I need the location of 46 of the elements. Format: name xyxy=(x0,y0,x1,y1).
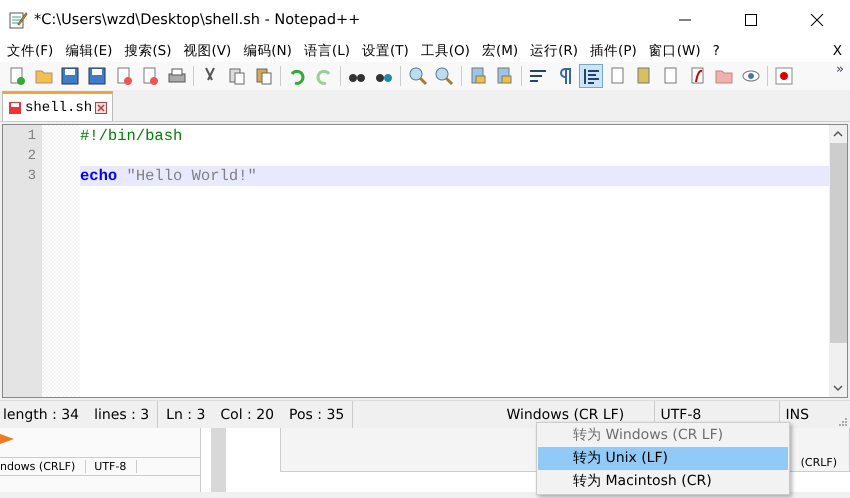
menu-item[interactable]: 工具(O) xyxy=(420,42,470,60)
menu-item[interactable]: 语言(L) xyxy=(304,42,350,60)
menu-item[interactable]: 转为 Unix (LF) xyxy=(538,447,788,470)
status-text: Ln : 3 xyxy=(166,406,206,422)
toolbar-overflow-button[interactable]: » xyxy=(836,62,844,77)
line-number: 3 xyxy=(28,168,36,184)
menu-item[interactable]: 文件(F) xyxy=(7,42,54,60)
save-icon[interactable] xyxy=(86,65,108,87)
save-icon[interactable] xyxy=(59,65,82,87)
menu-item[interactable]: 编辑(E) xyxy=(65,42,112,60)
menu-item[interactable]: 窗口(W) xyxy=(648,42,701,60)
close-document-button[interactable]: X xyxy=(832,43,842,59)
menu-item[interactable]: 转为 Macintosh (CR) xyxy=(538,470,788,493)
menu-item[interactable]: 设置(T) xyxy=(362,42,409,60)
status-text: UTF-8 xyxy=(660,406,702,422)
menu-item[interactable]: 宏(M) xyxy=(482,42,518,60)
record-icon[interactable] xyxy=(773,65,796,87)
menu-item[interactable]: 运行(R) xyxy=(530,42,578,60)
notepad-icon xyxy=(8,10,28,30)
menu-item[interactable]: 搜索(S) xyxy=(124,42,172,60)
menu-item[interactable]: 编码(N) xyxy=(243,42,292,60)
zoom-in-icon[interactable] xyxy=(406,65,429,87)
line-number: 1 xyxy=(28,128,36,144)
zoom-out-icon[interactable] xyxy=(433,65,456,87)
status-text: lines : 3 xyxy=(94,406,150,422)
menu-item[interactable]: 插件(P) xyxy=(590,42,637,60)
status-text: INS xyxy=(786,406,809,422)
status-text: length : 34 xyxy=(3,406,80,422)
indent-guide-icon[interactable] xyxy=(580,65,602,87)
code-line: #!/bin/bash xyxy=(80,127,182,145)
status-text: ndows (CRLF) xyxy=(0,460,86,473)
status-text: Windows (CR LF) xyxy=(506,406,624,422)
vertical-scrollbar[interactable] xyxy=(829,125,847,397)
resize-grip-icon[interactable] xyxy=(837,416,847,426)
status-text: Col : 20 xyxy=(220,406,274,422)
menu-item[interactable]: 视图(V) xyxy=(184,42,232,60)
line-number: 2 xyxy=(28,148,36,164)
status-text: (CRLF) xyxy=(800,455,838,471)
window-title: *C:\Users\wzd\Desktop\shell.sh - Notepad++ xyxy=(34,12,360,28)
status-text: Pos : 35 xyxy=(289,406,344,422)
code-line: echo "Hello World!" xyxy=(80,167,257,185)
arrow-icon xyxy=(0,434,14,444)
menu-item[interactable]: ? xyxy=(712,43,720,59)
status-text: UTF-8 xyxy=(94,460,138,473)
file-tab[interactable]: shell.sh xyxy=(2,91,114,121)
close-tab-icon[interactable] xyxy=(95,102,108,114)
